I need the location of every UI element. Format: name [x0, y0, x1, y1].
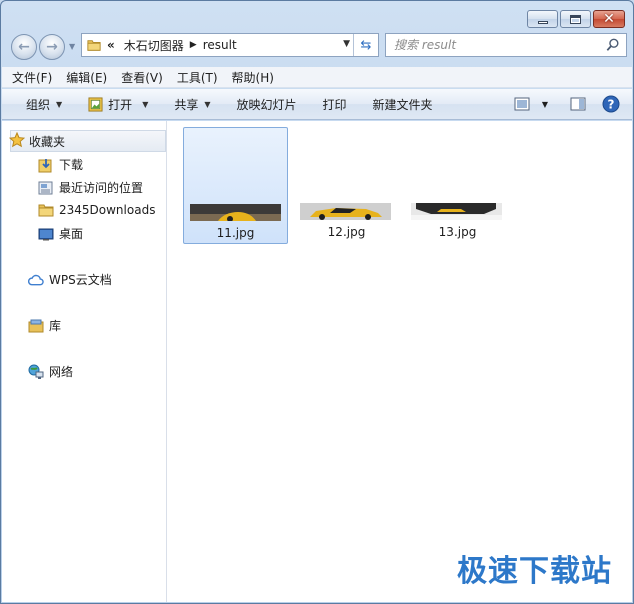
- print-button[interactable]: 打印: [323, 96, 347, 113]
- new-folder-button[interactable]: 新建文件夹: [373, 96, 433, 113]
- menu-edit[interactable]: 编辑(E): [66, 69, 107, 86]
- chevron-down-icon: ▼: [541, 99, 548, 109]
- favorites-label: 收藏夹: [29, 134, 66, 149]
- command-bar: 组织 ▼ 打开 ▼ 共享 ▼ 放映幻灯片 打印 新建文件夹 ▼ ?: [2, 89, 632, 120]
- maximize-button[interactable]: [560, 10, 591, 28]
- slideshow-button[interactable]: 放映幻灯片: [237, 96, 297, 113]
- explorer-window: ✕ ← → ▼ « 木石切图器 ▶ result ▼ ⇆ 文件(F): [0, 0, 634, 604]
- sidebar-item-2345downloads[interactable]: 2345Downloads: [38, 202, 155, 218]
- change-view-button[interactable]: ▼: [514, 97, 548, 111]
- refresh-button[interactable]: ⇆: [353, 34, 378, 56]
- search-box[interactable]: [385, 33, 627, 57]
- file-item[interactable]: 12.jpg: [294, 127, 399, 244]
- close-icon: ✕: [603, 11, 615, 27]
- preview-pane-icon[interactable]: [570, 97, 586, 111]
- recent-pages-dropdown-icon[interactable]: ▼: [69, 42, 75, 51]
- search-input[interactable]: [394, 38, 594, 52]
- sidebar-item-label: 网络: [49, 365, 74, 379]
- print-label: 打印: [322, 97, 347, 112]
- sidebar-item-recent[interactable]: 最近访问的位置: [38, 179, 143, 196]
- sidebar-item-network[interactable]: 网络: [28, 363, 73, 380]
- download-folder-icon: [38, 157, 54, 173]
- file-list: 11.jpg 12.jpg 13.jpg 极速下载站: [168, 121, 632, 602]
- open-button[interactable]: 打开 ▼: [88, 96, 148, 113]
- minimize-icon: [537, 20, 548, 24]
- navigation-pane: 收藏夹 下载 最近访问的位置 2345Downloads 桌面 WPS云文档 库…: [2, 121, 167, 602]
- image-thumbnail: [190, 204, 281, 221]
- folder-icon: [87, 40, 101, 51]
- sidebar-item-label: 桌面: [59, 227, 84, 241]
- sidebar-item-label: 库: [49, 319, 62, 333]
- network-icon: [28, 364, 44, 380]
- new-folder-label: 新建文件夹: [372, 97, 433, 112]
- star-icon: [8, 131, 26, 151]
- sidebar-item-label: 最近访问的位置: [59, 181, 144, 195]
- file-name: 12.jpg: [327, 225, 366, 239]
- menu-bar: 文件(F) 编辑(E) 查看(V) 工具(T) 帮助(H): [2, 67, 632, 88]
- refresh-icon: ⇆: [360, 37, 372, 53]
- sidebar-item-label: 下载: [59, 158, 84, 172]
- file-name: 13.jpg: [438, 225, 477, 239]
- image-thumbnail: [411, 203, 502, 220]
- chevron-down-icon: ▼: [204, 99, 211, 109]
- menu-file[interactable]: 文件(F): [12, 69, 52, 86]
- file-item[interactable]: 13.jpg: [405, 127, 510, 244]
- sidebar-item-desktop[interactable]: 桌面: [38, 225, 83, 242]
- file-name: 11.jpg: [216, 226, 255, 240]
- maximize-icon: [570, 14, 581, 24]
- back-button[interactable]: ←: [11, 34, 37, 60]
- sidebar-item-label: 2345Downloads: [59, 203, 156, 217]
- recent-places-icon: [38, 180, 54, 196]
- file-item[interactable]: 11.jpg: [183, 127, 288, 244]
- address-overflow[interactable]: «: [107, 38, 115, 52]
- slideshow-label: 放映幻灯片: [236, 97, 297, 112]
- share-label: 共享: [174, 97, 199, 112]
- open-label: 打开: [108, 97, 133, 112]
- forward-arrow-icon: →: [46, 39, 58, 55]
- breadcrumb-item[interactable]: result: [203, 38, 237, 52]
- organize-button[interactable]: 组织 ▼: [26, 96, 62, 113]
- content-area: 收藏夹 下载 最近访问的位置 2345Downloads 桌面 WPS云文档 库…: [2, 121, 632, 602]
- search-icon[interactable]: [606, 38, 620, 52]
- menu-help[interactable]: 帮助(H): [232, 69, 274, 86]
- share-button[interactable]: 共享 ▼: [174, 96, 210, 113]
- sidebar-item-library[interactable]: 库: [28, 317, 61, 334]
- desktop-icon: [38, 226, 54, 242]
- minimize-button[interactable]: [527, 10, 558, 28]
- svg-text:?: ?: [608, 98, 615, 112]
- close-button[interactable]: ✕: [593, 10, 625, 28]
- address-bar[interactable]: « 木石切图器 ▶ result ▼ ⇆: [81, 33, 379, 57]
- caption-buttons: ✕: [527, 10, 625, 28]
- breadcrumb-separator-icon[interactable]: ▶: [190, 40, 197, 50]
- cloud-icon: [28, 272, 44, 288]
- breadcrumb-item[interactable]: 木石切图器: [124, 37, 184, 54]
- organize-label: 组织: [26, 97, 51, 112]
- watermark-logo: 极速下载站: [457, 554, 612, 589]
- library-icon: [28, 318, 44, 334]
- menu-view[interactable]: 查看(V): [121, 69, 163, 86]
- chevron-down-icon: ▼: [142, 99, 149, 109]
- back-arrow-icon: ←: [18, 39, 30, 55]
- view-icon: [514, 97, 530, 111]
- view-controls: ▼ ?: [502, 95, 620, 113]
- image-viewer-icon: [88, 96, 103, 112]
- help-icon[interactable]: ?: [602, 95, 620, 113]
- sidebar-item-label: WPS云文档: [49, 273, 112, 287]
- forward-button[interactable]: →: [39, 34, 65, 60]
- image-thumbnail: [300, 203, 391, 220]
- address-dropdown-icon[interactable]: ▼: [343, 39, 350, 49]
- menu-tools[interactable]: 工具(T): [177, 69, 218, 86]
- sidebar-item-downloads[interactable]: 下载: [38, 156, 83, 173]
- chevron-down-icon: ▼: [56, 99, 63, 109]
- favorites-header[interactable]: 收藏夹: [8, 130, 166, 152]
- sidebar-item-wps[interactable]: WPS云文档: [28, 271, 112, 288]
- folder-icon: [38, 202, 54, 218]
- navigation-bar: ← → ▼ « 木石切图器 ▶ result ▼ ⇆: [11, 33, 627, 60]
